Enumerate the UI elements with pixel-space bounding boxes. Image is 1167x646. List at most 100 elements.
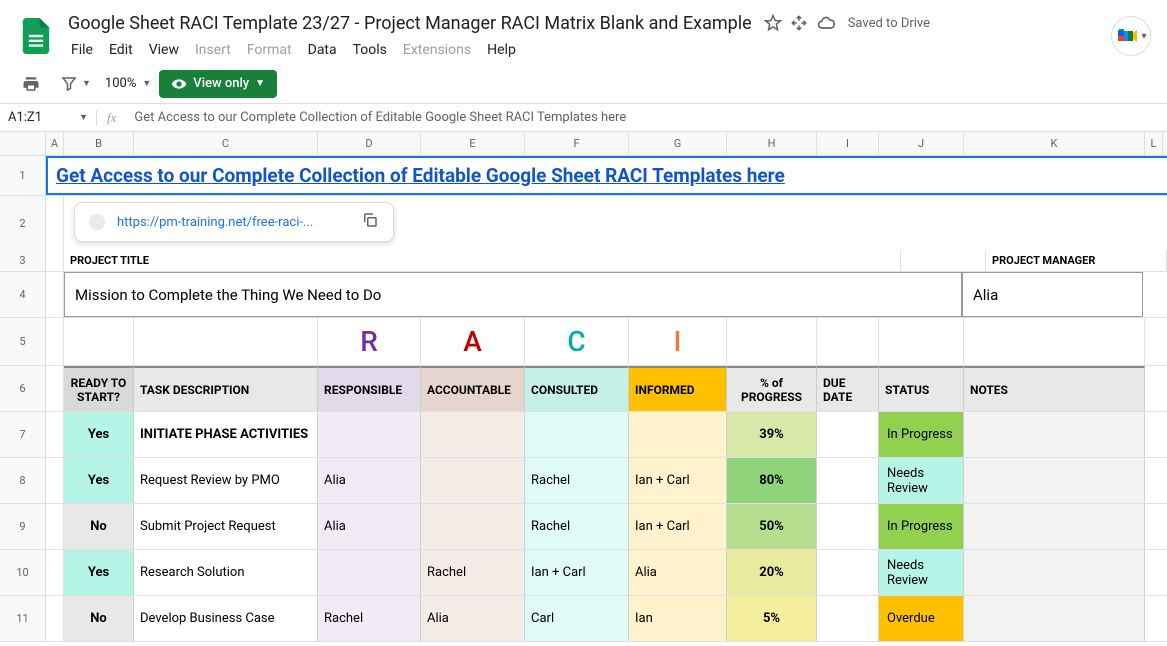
cell[interactable]: [901, 250, 986, 271]
row-header[interactable]: 9: [0, 504, 46, 549]
col-header[interactable]: A: [46, 132, 64, 155]
th-acc[interactable]: ACCOUNTABLE: [421, 366, 525, 411]
cell-status[interactable]: Needs Review: [879, 550, 964, 595]
row-header[interactable]: 7: [0, 412, 46, 457]
cell-date[interactable]: [817, 550, 879, 595]
cell[interactable]: [46, 550, 64, 595]
cell[interactable]: [46, 196, 64, 250]
cell[interactable]: [46, 272, 64, 317]
cell-desc[interactable]: Request Review by PMO: [134, 458, 318, 503]
cell-acc[interactable]: Alia: [421, 596, 525, 641]
cell-cons[interactable]: Carl: [525, 596, 629, 641]
cell[interactable]: [964, 318, 1145, 365]
cell-date[interactable]: [817, 412, 879, 457]
cell[interactable]: [46, 318, 64, 365]
cell-cons[interactable]: [525, 412, 629, 457]
cell-resp[interactable]: Alia: [318, 458, 421, 503]
link-cell[interactable]: Get Access to our Complete Collection of…: [46, 156, 1167, 195]
th-cons[interactable]: CONSULTED: [525, 366, 629, 411]
th-inf[interactable]: INFORMED: [629, 366, 727, 411]
filter-icon[interactable]: ▼: [54, 71, 97, 97]
raci-C[interactable]: C: [525, 318, 629, 365]
cell-notes[interactable]: [964, 412, 1145, 457]
cell-prog[interactable]: 80%: [727, 458, 817, 503]
col-header[interactable]: B: [64, 132, 134, 155]
cell[interactable]: [46, 250, 64, 271]
cell-desc[interactable]: INITIATE PHASE ACTIVITIES: [134, 412, 318, 457]
cell-inf[interactable]: Alia: [629, 550, 727, 595]
th-resp[interactable]: RESPONSIBLE: [318, 366, 421, 411]
star-icon[interactable]: [764, 14, 782, 32]
menu-file[interactable]: File: [64, 38, 100, 62]
col-header[interactable]: E: [421, 132, 525, 155]
row-header[interactable]: 5: [0, 318, 46, 365]
row-header[interactable]: 1: [0, 156, 46, 195]
row-header[interactable]: 11: [0, 596, 46, 641]
cell-inf[interactable]: [629, 412, 727, 457]
row-header[interactable]: 3: [0, 250, 46, 271]
cell-resp[interactable]: [318, 412, 421, 457]
cell-desc[interactable]: Develop Business Case: [134, 596, 318, 641]
project-manager-value[interactable]: Alia: [962, 272, 1143, 317]
meet-icon[interactable]: ▾: [1111, 16, 1151, 56]
raci-R[interactable]: R: [318, 318, 421, 365]
cell[interactable]: [46, 596, 64, 641]
cell-prog[interactable]: 39%: [727, 412, 817, 457]
cell-status[interactable]: In Progress: [879, 504, 964, 549]
menu-help[interactable]: Help: [480, 38, 523, 62]
cell-status[interactable]: Overdue: [879, 596, 964, 641]
zoom-dropdown[interactable]: 100%▼: [105, 76, 151, 91]
row-header[interactable]: 10: [0, 550, 46, 595]
cell[interactable]: [46, 366, 64, 411]
sheets-logo[interactable]: [16, 16, 56, 56]
col-header[interactable]: K: [964, 132, 1145, 155]
col-header[interactable]: F: [525, 132, 629, 155]
cell[interactable]: [46, 458, 64, 503]
print-icon[interactable]: [16, 71, 46, 97]
cell-cons[interactable]: Rachel: [525, 504, 629, 549]
cell-notes[interactable]: [964, 596, 1145, 641]
cell[interactable]: [46, 504, 64, 549]
col-header[interactable]: J: [879, 132, 964, 155]
cell-acc[interactable]: [421, 458, 525, 503]
cell-notes[interactable]: [964, 550, 1145, 595]
menu-view[interactable]: View: [142, 38, 186, 62]
col-header[interactable]: G: [629, 132, 727, 155]
row-header[interactable]: 2: [0, 196, 46, 250]
menu-format[interactable]: Format: [240, 38, 299, 62]
name-box[interactable]: A1:Z1▼: [0, 110, 96, 125]
cell-ready[interactable]: Yes: [64, 550, 134, 595]
select-all-cell[interactable]: [0, 132, 46, 155]
cell-ready[interactable]: No: [64, 596, 134, 641]
cell-date[interactable]: [817, 504, 879, 549]
row-header[interactable]: 8: [0, 458, 46, 503]
cell-notes[interactable]: [964, 458, 1145, 503]
col-header[interactable]: D: [318, 132, 421, 155]
col-header[interactable]: H: [727, 132, 817, 155]
cell-date[interactable]: [817, 458, 879, 503]
cell[interactable]: [64, 318, 134, 365]
menu-extensions[interactable]: Extensions: [396, 38, 478, 62]
cell-cons[interactable]: Rachel: [525, 458, 629, 503]
row-header[interactable]: 6: [0, 366, 46, 411]
link-url[interactable]: https://pm-training.net/free-raci-...: [117, 215, 349, 230]
th-desc[interactable]: TASK DESCRIPTION: [134, 366, 318, 411]
cell-inf[interactable]: Ian + Carl: [629, 504, 727, 549]
th-prog[interactable]: % of PROGRESS: [727, 366, 817, 411]
formula-text[interactable]: Get Access to our Complete Collection of…: [126, 110, 626, 125]
cell-acc[interactable]: Rachel: [421, 550, 525, 595]
menu-insert[interactable]: Insert: [188, 38, 238, 62]
menu-tools[interactable]: Tools: [346, 38, 394, 62]
menu-data[interactable]: Data: [301, 38, 344, 62]
doc-title[interactable]: Google Sheet RACI Template 23/27 - Proje…: [64, 11, 756, 36]
cell-prog[interactable]: 20%: [727, 550, 817, 595]
row-header[interactable]: 4: [0, 272, 46, 317]
cell[interactable]: [879, 318, 964, 365]
cell-prog[interactable]: 5%: [727, 596, 817, 641]
th-ready[interactable]: READY TO START?: [64, 366, 134, 411]
raci-I[interactable]: I: [629, 318, 727, 365]
cell-desc[interactable]: Research Solution: [134, 550, 318, 595]
cell[interactable]: [817, 318, 879, 365]
label-project-manager[interactable]: PROJECT MANAGER: [986, 250, 1167, 271]
cell-acc[interactable]: [421, 412, 525, 457]
